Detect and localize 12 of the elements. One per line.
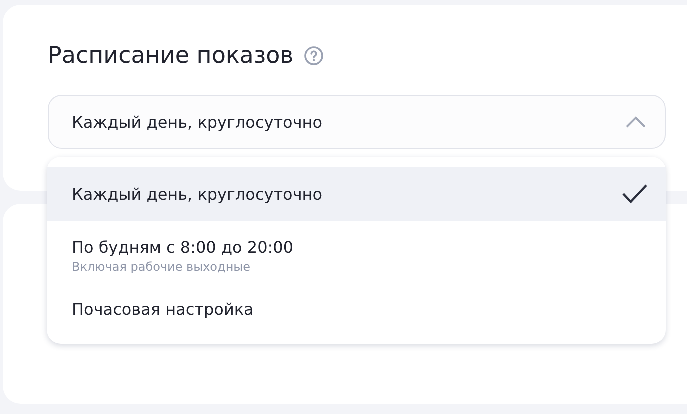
option-label: Почасовая настройка: [72, 300, 254, 318]
dropdown-option[interactable]: Каждый день, круглосуточно: [47, 167, 666, 221]
check-icon: [622, 184, 648, 204]
chevron-icon: [625, 116, 647, 128]
option-label: Каждый день, круглосуточно: [72, 184, 323, 204]
help-icon[interactable]: [304, 46, 324, 66]
schedule-select[interactable]: Каждый день, круглосуточно: [48, 95, 666, 149]
option-label: По будням с 8:00 до 20:00: [72, 238, 294, 257]
option-hint: Включая рабочие выходные: [72, 260, 252, 274]
dropdown-option[interactable]: По будням с 8:00 до 20:00 Включая рабочие выходные: [47, 221, 666, 282]
dropdown-option[interactable]: Почасовая настройка: [47, 282, 666, 336]
section-title: Расписание показов: [48, 43, 294, 69]
